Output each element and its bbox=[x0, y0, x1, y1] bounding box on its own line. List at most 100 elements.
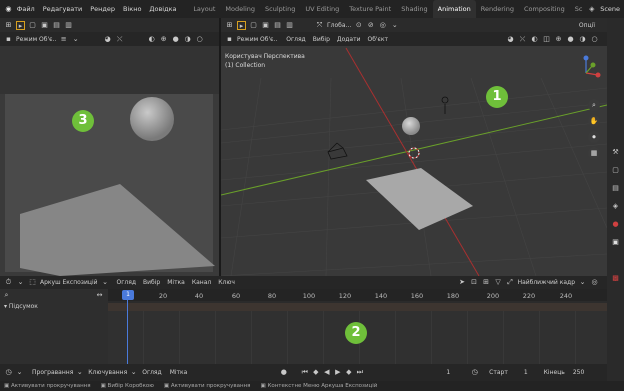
tab-shading[interactable]: Shading bbox=[396, 0, 432, 18]
plane-mesh bbox=[366, 168, 473, 230]
dropdown-icon[interactable]: ⌄ bbox=[101, 278, 110, 287]
tick-label: 60 bbox=[231, 292, 241, 300]
status-bar: ▣ Активувати прокручування ▣ Вибір Короб… bbox=[0, 381, 624, 391]
timeline-playback-bar: ◷ ⌄ Програвання ⌄ Ключування ⌄ Огляд Міт… bbox=[0, 364, 607, 381]
current-frame-field[interactable]: 1 bbox=[446, 369, 450, 376]
camera-view-scene bbox=[20, 97, 215, 276]
status-hint: ▣ Вибір Коробкою bbox=[100, 383, 154, 389]
search-icon[interactable]: ⌕ bbox=[2, 291, 11, 300]
badge-1: 1 bbox=[486, 86, 508, 108]
summary-row[interactable]: ▾ Підсумок bbox=[4, 303, 38, 310]
dropdown-icon[interactable]: ⌄ bbox=[75, 368, 84, 377]
tab-texture-paint[interactable]: Texture Paint bbox=[344, 0, 396, 18]
tab-scripting[interactable]: Sc bbox=[570, 0, 588, 18]
camera-view-icon[interactable]: ⏺ bbox=[588, 131, 600, 143]
tick-label: 120 bbox=[338, 292, 352, 300]
scene-icon[interactable]: ◈ bbox=[587, 5, 596, 14]
menu-marker[interactable]: Мітка bbox=[170, 369, 188, 376]
current-frame-indicator[interactable]: 1 bbox=[122, 290, 134, 300]
end-field[interactable]: 250 bbox=[573, 369, 584, 376]
tab-uv-editing[interactable]: UV Editing bbox=[300, 0, 344, 18]
zoom-icon[interactable]: ⌕ bbox=[588, 99, 600, 111]
tab-layout[interactable]: Layout bbox=[188, 0, 220, 18]
prev-keyframe-icon[interactable]: ◆ bbox=[311, 368, 320, 377]
status-hint-text: Вибір Коробкою bbox=[107, 383, 154, 389]
menu-file[interactable]: Файл bbox=[13, 5, 39, 13]
tick-label: 140 bbox=[374, 292, 388, 300]
main-viewport[interactable]: ⊞ ▸ ▢ ▣ ▤ ▥ ⤧ Глоба... ⊙ ⊘ ◎ ⌄ Опції ▪ Р… bbox=[221, 18, 607, 276]
tab-modeling[interactable]: Modeling bbox=[220, 0, 260, 18]
top-menu-bar: ◉ Файл Редагувати Рендер Вікно Довідка L… bbox=[0, 0, 624, 18]
menu-key[interactable]: Ключ bbox=[218, 279, 235, 286]
dropdown-icon[interactable]: ⌄ bbox=[129, 368, 138, 377]
tick-label: 220 bbox=[522, 292, 536, 300]
editor-type-icon[interactable]: ◷ bbox=[4, 368, 13, 377]
y-axis-line bbox=[345, 47, 480, 276]
filter-icon[interactable]: ▽ bbox=[494, 278, 503, 287]
menu-marker[interactable]: Мітка bbox=[167, 279, 185, 286]
dropdown-icon[interactable]: ⌄ bbox=[16, 278, 25, 287]
play-reverse-icon[interactable]: ◀ bbox=[322, 368, 331, 377]
sphere-mesh bbox=[130, 97, 174, 141]
menu-playback[interactable]: Програвання bbox=[32, 369, 73, 376]
scroll-arrows-icon[interactable]: ↔ bbox=[95, 291, 104, 300]
dopesheet-editor[interactable]: ⏱ ⌄ ⬚ Аркуш Експозицій ⌄ Огляд Вибір Міт… bbox=[0, 276, 607, 364]
menu-window[interactable]: Вікно bbox=[119, 5, 145, 13]
texture-properties-icon[interactable]: ▩ bbox=[611, 274, 620, 283]
dropdown-icon[interactable]: ⌄ bbox=[578, 278, 587, 287]
dopesheet-header: ⏱ ⌄ ⬚ Аркуш Експозицій ⌄ Огляд Вибір Міт… bbox=[0, 276, 607, 289]
tab-rendering[interactable]: Rendering bbox=[476, 0, 519, 18]
summary-label: Підсумок bbox=[8, 303, 38, 310]
render-properties-icon[interactable]: ▢ bbox=[611, 166, 620, 175]
world-properties-icon[interactable]: ● bbox=[611, 220, 620, 229]
menu-keying[interactable]: Ключування bbox=[88, 369, 127, 376]
status-hint-text: Активувати прокручування bbox=[170, 383, 251, 389]
clock-icon: ◷ bbox=[471, 368, 478, 376]
move-icon[interactable]: ⊞ bbox=[482, 278, 491, 287]
output-properties-icon[interactable]: ▤ bbox=[611, 184, 620, 193]
editor-type-icon[interactable]: ⏱ bbox=[4, 278, 13, 287]
tool-properties-icon[interactable]: ⚒ bbox=[611, 148, 620, 157]
channel-list: ⌕ ↔ ▾ Підсумок bbox=[0, 289, 108, 364]
tick-label: 180 bbox=[446, 292, 460, 300]
scene-selector[interactable]: Scene bbox=[596, 5, 624, 13]
navigation-gizmo[interactable] bbox=[583, 55, 601, 78]
menu-channel[interactable]: Канал bbox=[192, 279, 211, 286]
pointer-icon[interactable]: ➤ bbox=[458, 278, 467, 287]
record-icon[interactable]: ● bbox=[279, 368, 288, 377]
tab-animation[interactable]: Animation bbox=[432, 0, 476, 18]
timeline-ruler[interactable]: 20 40 60 80 100 120 140 160 180 200 220 … bbox=[108, 289, 607, 301]
jump-start-icon[interactable]: ⏮ bbox=[300, 368, 309, 377]
box-select-icon[interactable]: ⊡ bbox=[470, 278, 479, 287]
tab-sculpting[interactable]: Sculpting bbox=[260, 0, 300, 18]
tick-label: 40 bbox=[194, 292, 204, 300]
menu-view[interactable]: Огляд bbox=[142, 369, 161, 376]
proportional-icon[interactable]: ◎ bbox=[590, 278, 599, 287]
blender-logo-icon[interactable]: ◉ bbox=[4, 5, 13, 14]
play-icon[interactable]: ▶ bbox=[333, 368, 342, 377]
menu-render[interactable]: Рендер bbox=[86, 5, 119, 13]
dopesheet-mode-selector[interactable]: Аркуш Експозицій bbox=[40, 279, 98, 286]
grid-view-icon[interactable]: ▦ bbox=[588, 147, 600, 159]
left-viewport[interactable]: ⊞ ▸ ▢ ▣ ▤ ▥ ▪ Режим Об'є.. ≡ ⌄ ◕ ⤬ ◐ ⊕ ●… bbox=[0, 18, 219, 276]
dropdown-icon[interactable]: ⌄ bbox=[15, 368, 24, 377]
snap-selector[interactable]: Найближчий кадр bbox=[518, 279, 575, 286]
collection-properties-icon[interactable]: ▣ bbox=[611, 238, 620, 247]
start-field[interactable]: 1 bbox=[524, 369, 528, 376]
status-hint: ▣ Активувати прокручування bbox=[4, 383, 91, 389]
menu-view[interactable]: Огляд bbox=[117, 279, 136, 286]
menu-edit[interactable]: Редагувати bbox=[39, 5, 86, 13]
next-keyframe-icon[interactable]: ◆ bbox=[344, 368, 353, 377]
menu-help[interactable]: Довідка bbox=[145, 5, 180, 13]
tab-compositing[interactable]: Compositing bbox=[519, 0, 570, 18]
scene-properties-icon[interactable]: ◈ bbox=[611, 202, 620, 211]
pan-hand-icon[interactable]: ✋ bbox=[588, 115, 600, 127]
tick-label: 160 bbox=[410, 292, 424, 300]
tick-label: 100 bbox=[302, 292, 316, 300]
status-hint: ▣ Контекстне Меню Аркуша Експозицій bbox=[260, 383, 378, 389]
tick-label: 80 bbox=[267, 292, 277, 300]
snap-icon[interactable]: ⤢ bbox=[506, 278, 515, 287]
playhead-line bbox=[127, 300, 128, 364]
jump-end-icon[interactable]: ⏭ bbox=[355, 368, 364, 377]
menu-select[interactable]: Вибір bbox=[143, 279, 160, 286]
